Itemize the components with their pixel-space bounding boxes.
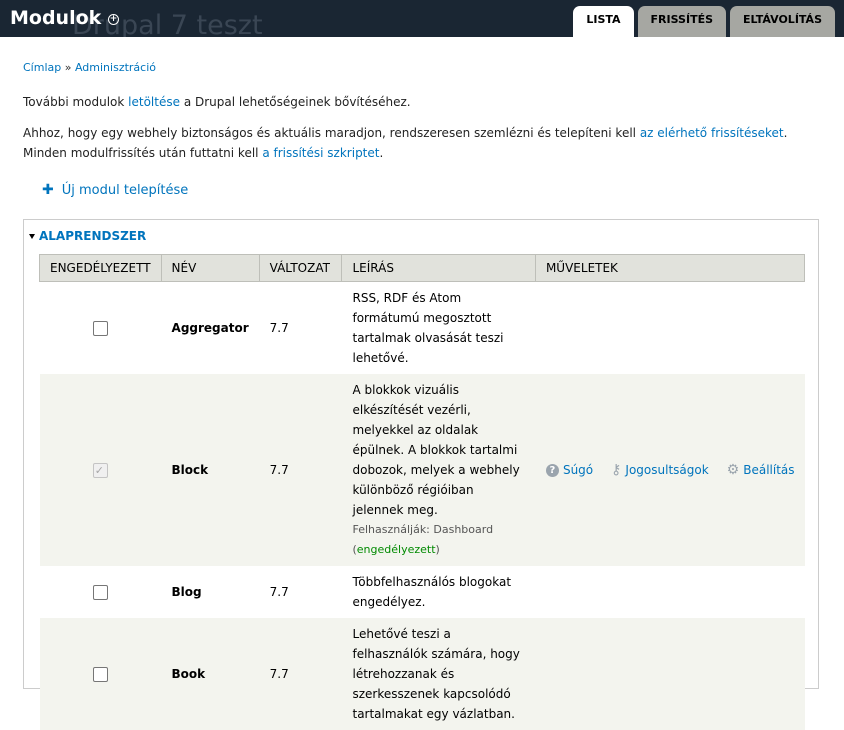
intro-text: a Drupal lehetőségeinek bővítéséhez.	[180, 95, 411, 109]
module-operations	[535, 618, 805, 730]
module-operations	[535, 281, 805, 374]
page-title: Modulok	[10, 7, 102, 29]
column-header-description: LEÍRÁS	[341, 254, 536, 282]
intro-text: Ahhoz, hogy egy webhely biztonságos és a…	[23, 126, 640, 140]
module-version: 7.7	[259, 618, 342, 730]
primary-tabs: LISTA FRISSÍTÉS ELTÁVOLÍTÁS	[573, 6, 835, 37]
permissions-link[interactable]: Jogosultságok	[625, 460, 708, 480]
intro-text: További modulok	[23, 95, 129, 109]
collapse-triangle-icon	[29, 233, 35, 239]
breadcrumb-admin[interactable]: Adminisztráció	[75, 61, 156, 74]
add-shortcut-icon[interactable]: +	[108, 14, 119, 25]
configure-link[interactable]: Beállítás	[743, 460, 794, 480]
table-row: Aggregator 7.7 RSS, RDF és Atom formátum…	[39, 281, 805, 374]
breadcrumb: Címlap » Adminisztráció	[23, 61, 156, 74]
module-operations	[535, 566, 805, 618]
column-header-name: NÉV	[160, 254, 260, 282]
fieldset-legend-label: ALAPRENDSZER	[39, 229, 147, 243]
breadcrumb-home[interactable]: Címlap	[23, 61, 61, 74]
enabled-cell	[39, 281, 162, 374]
module-description-cell: A blokkok vizuális elkészítését vezérli,…	[341, 374, 536, 566]
module-description: A blokkok vizuális elkészítését vezérli,…	[352, 383, 520, 517]
required-by-status: engedélyezett	[356, 543, 436, 556]
module-name: Aggregator	[161, 281, 260, 374]
intro-text: .	[379, 146, 384, 160]
plus-icon: ✚	[42, 182, 54, 198]
help-icon: ?	[545, 463, 559, 477]
breadcrumb-separator: »	[64, 61, 72, 74]
update-script-link[interactable]: a frissítési szkriptet	[262, 146, 379, 160]
tab-list[interactable]: LISTA	[573, 6, 634, 37]
module-version: 7.7	[259, 374, 342, 566]
module-description: RSS, RDF és Atom formátumú megosztott ta…	[341, 281, 536, 374]
permissions-operation[interactable]: ⚷ Jogosultságok	[611, 460, 709, 480]
enabled-cell	[39, 618, 162, 730]
module-operations: ? Súgó ⚷ Jogosultságok ⚙ Beállítás	[535, 374, 805, 566]
required-by-note: Felhasználják: Dashboard (engedélyezett)	[352, 523, 494, 556]
module-name: Book	[161, 618, 260, 730]
module-name: Blog	[161, 566, 260, 618]
intro-paragraph-2: Ahhoz, hogy egy webhely biztonságos és a…	[23, 123, 823, 163]
module-version: 7.7	[259, 281, 342, 374]
gear-icon: ⚙	[726, 462, 740, 478]
install-module-link[interactable]: Új modul telepítése	[62, 183, 189, 198]
enable-checkbox-blog[interactable]	[92, 585, 108, 600]
enable-checkbox-block	[92, 461, 108, 481]
enabled-cell	[39, 566, 162, 618]
download-modules-link[interactable]: letöltése	[128, 95, 180, 109]
table-row: Book 7.7 Lehetővé teszi a felhasználók s…	[39, 618, 805, 730]
module-description: Lehetővé teszi a felhasználók számára, h…	[341, 618, 536, 730]
column-header-operations: MŰVELETEK	[534, 254, 806, 282]
enable-checkbox-book[interactable]	[92, 667, 108, 682]
required-by-label: Felhasználják: Dashboard	[352, 523, 494, 536]
table-header-row: ENGEDÉLYEZETT NÉV VÁLTOZAT LEÍRÁS MŰVELE…	[39, 254, 806, 282]
page-header: Drupal 7 teszt Modulok + LISTA FRISSÍTÉS…	[0, 0, 844, 37]
tab-uninstall[interactable]: ELTÁVOLÍTÁS	[730, 6, 835, 37]
column-header-version: VÁLTOZAT	[258, 254, 343, 282]
enable-checkbox-aggregator[interactable]	[92, 321, 108, 336]
column-header-enabled: ENGEDÉLYEZETT	[39, 254, 162, 282]
install-module-action[interactable]: ✚ Új modul telepítése	[42, 182, 188, 198]
key-icon: ⚷	[611, 462, 622, 478]
intro-paragraph-1: További modulok letöltése a Drupal lehet…	[23, 92, 823, 112]
configure-operation[interactable]: ⚙ Beállítás	[727, 460, 795, 480]
help-link[interactable]: Súgó	[563, 460, 593, 480]
module-description: Többfelhasználós blogokat engedélyez.	[341, 566, 536, 618]
modules-table: ENGEDÉLYEZETT NÉV VÁLTOZAT LEÍRÁS MŰVELE…	[39, 254, 806, 730]
enabled-cell	[39, 374, 162, 566]
core-modules-fieldset: ALAPRENDSZER ENGEDÉLYEZETT NÉV VÁLTOZAT …	[23, 219, 819, 730]
table-row: Blog 7.7 Többfelhasználós blogokat enged…	[39, 566, 805, 618]
table-row: Block 7.7 A blokkok vizuális elkészítésé…	[39, 374, 805, 566]
module-name: Block	[161, 374, 260, 566]
tab-update[interactable]: FRISSÍTÉS	[637, 6, 727, 37]
fieldset-legend[interactable]: ALAPRENDSZER	[29, 229, 146, 243]
help-operation[interactable]: ? Súgó	[545, 460, 593, 480]
module-version: 7.7	[259, 566, 342, 618]
available-updates-link[interactable]: az elérhető frissítéseket	[640, 126, 784, 140]
